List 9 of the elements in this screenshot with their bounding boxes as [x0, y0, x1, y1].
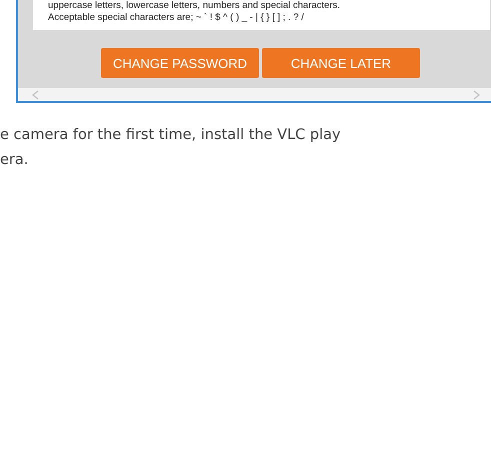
instruction-text: e camera for the first time, install the VLC play [0, 126, 342, 145]
horizontal-scrollbar[interactable] [18, 88, 491, 101]
notice-text: Acceptable special characters are; ~ ` ! $ ^ ( ) _ - | { } [ ] ; . ? / [48, 12, 305, 24]
scroll-right-icon[interactable] [473, 90, 480, 100]
change-button[interactable]: CHANGE LATER [262, 48, 420, 78]
scroll-left-icon[interactable] [32, 90, 39, 100]
notice-text: uppercase letters, lowercase letters, numbers and special characters. [48, 0, 341, 12]
instruction-text: era. [0, 151, 30, 170]
change-button[interactable]: CHANGE PASSWORD [101, 48, 259, 78]
